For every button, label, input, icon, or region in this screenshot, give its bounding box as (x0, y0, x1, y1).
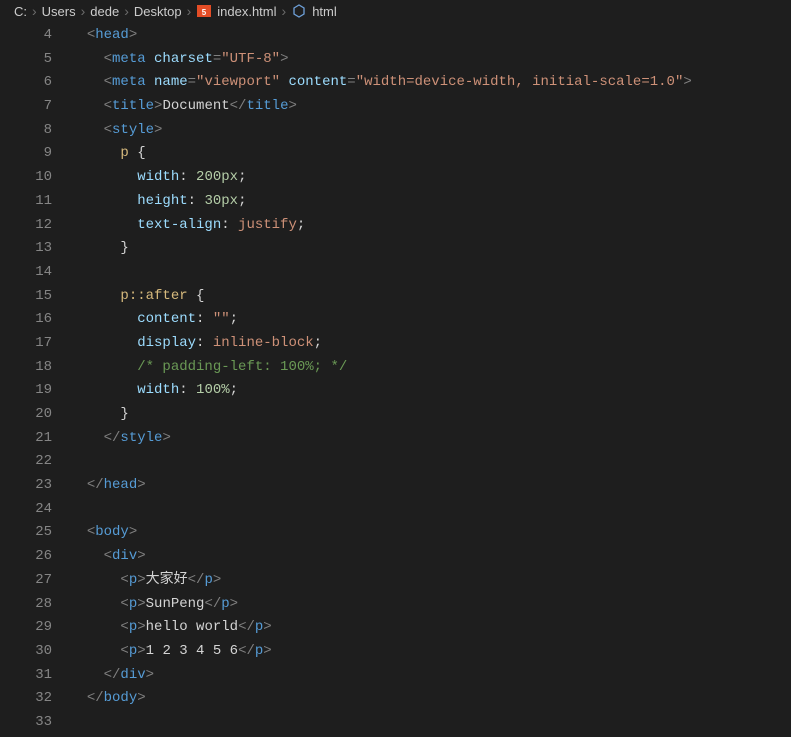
code-line[interactable]: p { (70, 142, 791, 166)
line-number: 19 (0, 379, 52, 403)
code-line[interactable]: } (70, 237, 791, 261)
line-number: 26 (0, 545, 52, 569)
code-line[interactable]: height: 30px; (70, 190, 791, 214)
code-line[interactable]: <p>SunPeng</p> (70, 593, 791, 617)
line-number: 28 (0, 593, 52, 617)
html-file-icon: 5 (196, 3, 212, 19)
code-line[interactable]: /* padding-left: 100%; */ (70, 356, 791, 380)
code-line[interactable]: text-align: justify; (70, 214, 791, 238)
code-line[interactable]: </body> (70, 687, 791, 711)
code-line[interactable] (70, 450, 791, 474)
line-number: 18 (0, 356, 52, 380)
line-number: 30 (0, 640, 52, 664)
code-line[interactable]: <style> (70, 119, 791, 143)
line-number: 16 (0, 308, 52, 332)
line-number: 9 (0, 142, 52, 166)
line-number: 5 (0, 48, 52, 72)
code-line[interactable]: <body> (70, 521, 791, 545)
code-line[interactable] (70, 498, 791, 522)
line-number: 33 (0, 711, 52, 735)
chevron-right-icon: › (32, 3, 37, 19)
code-line[interactable]: display: inline-block; (70, 332, 791, 356)
line-number: 25 (0, 521, 52, 545)
line-number: 23 (0, 474, 52, 498)
code-line[interactable]: } (70, 403, 791, 427)
chevron-right-icon: › (187, 3, 192, 19)
symbol-icon (291, 3, 307, 19)
line-number: 31 (0, 664, 52, 688)
line-number: 8 (0, 119, 52, 143)
code-line[interactable]: <p>1 2 3 4 5 6</p> (70, 640, 791, 664)
line-number: 7 (0, 95, 52, 119)
line-number: 21 (0, 427, 52, 451)
line-number: 15 (0, 285, 52, 309)
line-number: 13 (0, 237, 52, 261)
breadcrumb-seg[interactable]: Users (42, 4, 76, 19)
breadcrumb-seg[interactable]: Desktop (134, 4, 182, 19)
code-line[interactable] (70, 711, 791, 735)
breadcrumb-seg[interactable]: dede (90, 4, 119, 19)
code-line[interactable]: <meta charset="UTF-8"> (70, 48, 791, 72)
code-line[interactable]: </div> (70, 664, 791, 688)
breadcrumb-seg[interactable]: C: (14, 4, 27, 19)
line-number: 27 (0, 569, 52, 593)
line-number: 24 (0, 498, 52, 522)
line-number-gutter: 4567891011121314151617181920212223242526… (0, 24, 70, 735)
code-line[interactable]: width: 100%; (70, 379, 791, 403)
code-line[interactable]: p::after { (70, 285, 791, 309)
code-line[interactable]: <title>Document</title> (70, 95, 791, 119)
code-line[interactable]: <p>大家好</p> (70, 569, 791, 593)
line-number: 29 (0, 616, 52, 640)
line-number: 22 (0, 450, 52, 474)
line-number: 12 (0, 214, 52, 238)
line-number: 32 (0, 687, 52, 711)
line-number: 17 (0, 332, 52, 356)
chevron-right-icon: › (282, 3, 287, 19)
line-number: 6 (0, 71, 52, 95)
breadcrumb-seg[interactable]: index.html (217, 4, 276, 19)
code-line[interactable]: content: ""; (70, 308, 791, 332)
line-number: 10 (0, 166, 52, 190)
svg-text:5: 5 (202, 8, 207, 17)
code-area[interactable]: <head> <meta charset="UTF-8"> <meta name… (70, 24, 791, 735)
line-number: 20 (0, 403, 52, 427)
breadcrumb-seg[interactable]: html (312, 4, 337, 19)
chevron-right-icon: › (81, 3, 86, 19)
code-line[interactable]: </head> (70, 474, 791, 498)
chevron-right-icon: › (124, 3, 129, 19)
code-line[interactable]: <p>hello world</p> (70, 616, 791, 640)
code-line[interactable]: width: 200px; (70, 166, 791, 190)
code-line[interactable]: </style> (70, 427, 791, 451)
line-number: 4 (0, 24, 52, 48)
code-line[interactable]: <div> (70, 545, 791, 569)
code-editor[interactable]: 4567891011121314151617181920212223242526… (0, 22, 791, 735)
breadcrumb[interactable]: C: › Users › dede › Desktop › 5 index.ht… (0, 0, 791, 22)
code-line[interactable] (70, 261, 791, 285)
line-number: 11 (0, 190, 52, 214)
line-number: 14 (0, 261, 52, 285)
code-line[interactable]: <meta name="viewport" content="width=dev… (70, 71, 791, 95)
code-line[interactable]: <head> (70, 24, 791, 48)
